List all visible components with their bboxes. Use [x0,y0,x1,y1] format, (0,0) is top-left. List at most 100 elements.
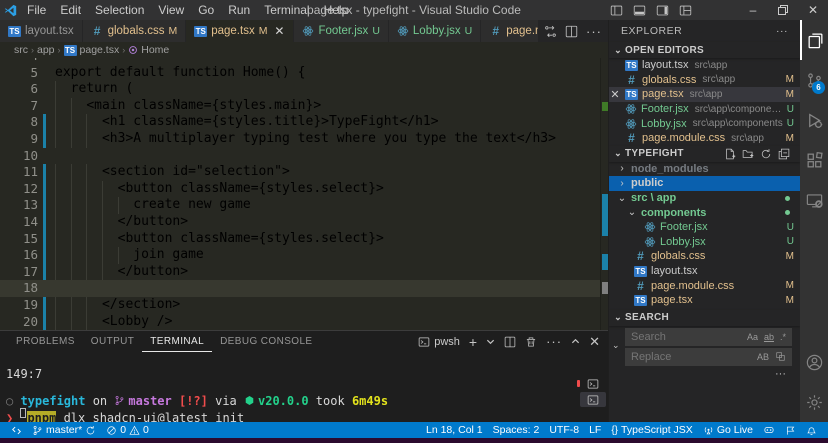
git-branch-status[interactable]: master* [27,422,101,438]
activity-source-control-icon[interactable]: 6 [800,60,828,100]
open-editor-globals.css[interactable]: #globals.csssrc\appM [609,73,800,88]
match-case-icon[interactable]: Aa [745,331,760,343]
terminal-instance-2[interactable] [580,392,606,407]
tab-Lobby.jsx[interactable]: Lobby.jsxU [389,20,481,42]
tree-item-components[interactable]: ⌄components [609,205,800,220]
maximize-panel-icon[interactable] [571,337,580,346]
breadcrumb-item-page.tsx[interactable]: TSpage.tsx [64,44,120,56]
code-line-16[interactable]: 16join game [0,247,608,264]
tree-item-node-modules[interactable]: ›node_modules [609,162,800,177]
tab-layout.tsx[interactable]: TSlayout.tsx [0,20,83,42]
code-editor[interactable]: 45export default function Home() {6retur… [0,58,608,330]
menu-edit[interactable]: Edit [53,0,88,20]
overview-ruler[interactable] [600,58,608,330]
tab-close-icon[interactable]: ✕ [273,24,285,38]
prettier-status-icon[interactable] [780,422,801,438]
tab-page.tsx[interactable]: TSpage.tsxM✕ [186,20,294,42]
customize-layout-icon[interactable] [679,4,692,17]
terminal-shell-selector[interactable]: pwsh [418,336,460,348]
menu-run[interactable]: Run [221,0,257,20]
breadcrumb-item-src[interactable]: src [14,44,28,56]
explorer-more-actions-icon[interactable]: ··· [776,25,788,37]
activity-settings-icon[interactable] [800,382,828,422]
language-mode[interactable]: {}TypeScript JSX [606,422,697,438]
status-utf-8[interactable]: UTF-8 [544,422,584,438]
open-editor-page.module.css[interactable]: #page.module.csssrc\appM [609,131,800,146]
split-terminal-icon[interactable] [504,336,516,348]
minimize-button[interactable]: – [738,0,768,20]
tree-item-Lobby.jsx[interactable]: Lobby.jsxU [609,235,800,250]
terminal-dropdown-icon[interactable] [486,337,495,346]
project-section-header[interactable]: ⌄TYPEFIGHT [609,146,800,162]
breadcrumb-item-app[interactable]: app [37,44,55,56]
new-file-icon[interactable] [724,148,736,160]
tree-item-Footer.jsx[interactable]: Footer.jsxU [609,220,800,235]
split-editor-icon[interactable] [565,25,578,38]
tab-Footer.jsx[interactable]: Footer.jsxU [294,20,388,42]
panel-more-actions-icon[interactable]: ··· [546,334,562,349]
code-line-12[interactable]: 12<button className={styles.select}> [0,181,608,198]
status-ln-18-col-1[interactable]: Ln 18, Col 1 [421,422,488,438]
code-line-17[interactable]: 17</button> [0,264,608,281]
activity-remote-explorer-icon[interactable] [800,180,828,220]
tree-item-public[interactable]: ›public [609,176,800,191]
replace-all-icon[interactable] [773,350,788,363]
new-terminal-icon[interactable]: + [469,334,477,350]
tab-globals.css[interactable]: #globals.cssM [83,20,187,42]
toggle-panel-icon[interactable] [633,4,646,17]
tree-item-page.tsx[interactable]: TSpage.tsxM [609,293,800,308]
tree-item-src-app[interactable]: ⌄src \ app [609,191,800,206]
panel-tab-terminal[interactable]: TERMINAL [142,331,212,352]
toggle-sidebar-right-icon[interactable] [656,4,669,17]
restore-button[interactable] [768,0,798,20]
search-input[interactable] [631,331,743,343]
go-live-button[interactable]: Go Live [698,422,758,438]
close-button[interactable]: ✕ [798,0,828,20]
open-changes-icon[interactable] [544,25,557,38]
tab-page.module.css[interactable]: #page.module.cssM [481,20,538,42]
open-editor-Lobby.jsx[interactable]: Lobby.jsxsrc\app\componentsU [609,116,800,131]
code-line-9[interactable]: 9<h3>A multiplayer typing test where you… [0,131,608,148]
status-lf[interactable]: LF [584,422,606,438]
code-line-8[interactable]: 8<h1 className={styles.title}>TypeFight<… [0,114,608,131]
panel-tab-output[interactable]: OUTPUT [83,331,143,352]
activity-run-debug-icon[interactable] [800,100,828,140]
code-line-4[interactable]: 4 [0,58,608,65]
code-line-7[interactable]: 7<main className={styles.main}> [0,98,608,115]
code-line-14[interactable]: 14</button> [0,214,608,231]
editor-more-actions-icon[interactable]: ··· [586,24,602,39]
menu-selection[interactable]: Selection [88,0,151,20]
activity-extensions-icon[interactable] [800,140,828,180]
open-editor-layout.tsx[interactable]: TSlayout.tsxsrc\app [609,58,800,73]
code-line-15[interactable]: 15<button className={styles.select}> [0,231,608,248]
remote-indicator[interactable] [6,422,27,438]
refresh-icon[interactable] [760,148,772,160]
collapse-all-icon[interactable] [778,148,790,160]
copilot-status-icon[interactable] [758,422,780,438]
kill-terminal-icon[interactable] [525,336,537,348]
status-spaces-2[interactable]: Spaces: 2 [488,422,545,438]
problems-status[interactable]: 00 [101,422,154,438]
menu-view[interactable]: View [151,0,191,20]
open-editor-page.tsx[interactable]: ✕TSpage.tsxsrc\appM [609,87,800,102]
open-editor-Footer.jsx[interactable]: Footer.jsxsrc\app\componentsU [609,102,800,117]
tree-item-layout.tsx[interactable]: TSlayout.tsx [609,264,800,279]
panel-tab-problems[interactable]: PROBLEMS [8,331,83,352]
preserve-case-icon[interactable]: AB [755,351,771,363]
toggle-sidebar-left-icon[interactable] [610,4,623,17]
search-more-icon[interactable]: ··· [609,368,800,380]
activity-account-icon[interactable] [800,342,828,382]
toggle-replace-icon[interactable]: ⌄ [612,340,620,351]
close-panel-icon[interactable]: ✕ [589,334,600,350]
whole-word-icon[interactable]: ab [762,331,776,343]
code-line-20[interactable]: 20<Lobby /> [0,314,608,331]
terminal-instance-1[interactable] [580,376,606,391]
breadcrumb-item-Home[interactable]: Home [128,44,169,56]
open-editors-header[interactable]: ⌄OPEN EDITORS [609,42,800,58]
code-line-5[interactable]: 5export default function Home() { [0,65,608,82]
code-line-10[interactable]: 10 [0,148,608,165]
menu-file[interactable]: File [20,0,53,20]
replace-input[interactable] [631,351,753,363]
new-folder-icon[interactable] [742,148,754,160]
activity-explorer-icon[interactable] [800,20,828,60]
